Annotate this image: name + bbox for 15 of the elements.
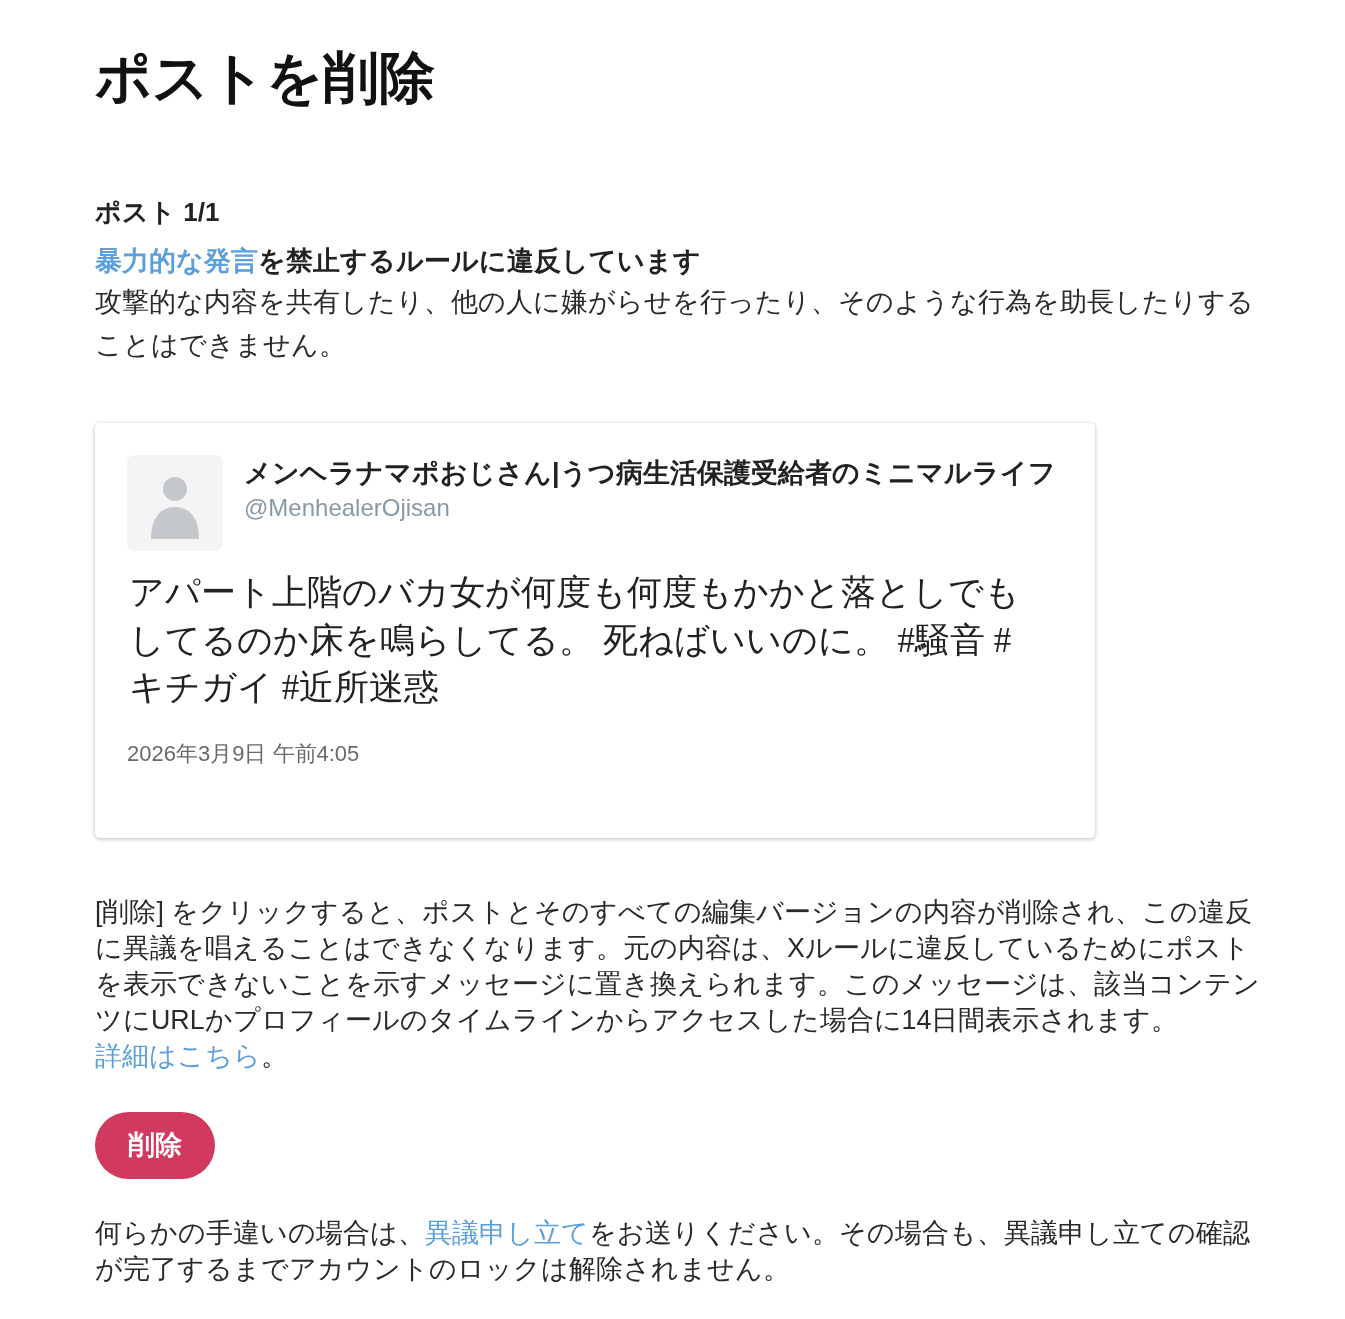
post-timestamp: 2026年3月9日 午前4:05	[127, 739, 361, 768]
appeal-link[interactable]: 異議申し立て	[425, 1217, 589, 1248]
delete-button[interactable]: 削除	[95, 1111, 215, 1179]
violation-description: 攻撃的な内容を共有したり、他の人に嫌がらせを行ったり、そのような行為を助長したりすることはできません。	[95, 286, 1255, 362]
deletion-notice-text: [削除] をクリックすると、ポストとそのすべての編集バージョンの内容が削除され、この違反に異議を唱えることはできなくなります。元の内容は、Xルールに違反しているためにポストを表示できないことを示すメッセージに置き換えられます。このメッセージは、該当コンテンツにURLかプロフィールのタイムラインからアクセスした場合に14日間表示されます。 詳細はこちら。	[95, 895, 1261, 1073]
rule-link[interactable]: 暴力的な発言	[95, 246, 258, 276]
author-name: メンヘラナマポおじさん|うつ病生活保護受給者のミニマルライフ	[244, 457, 1056, 490]
page-title: ポストを削除	[95, 45, 436, 111]
appeal-notice-text: 何らかの手違いの場合は、異議申し立て をお送りください。その場合も、異議申し立ての確認が完了するまでアカウントのロックは解除されません。	[95, 1216, 1251, 1286]
post-text: アパート上階のバカ女が何度も何度もかかと落としでもしてるのか床を鳴らしてる。 死ねばいいのに。 #騒音 #キチガイ #近所迷惑	[129, 572, 1021, 709]
post-counter: ポスト 1/1	[95, 196, 221, 229]
author-handle: @MenhealerOjisan	[244, 493, 451, 523]
avatar-icon	[127, 455, 223, 551]
learn-more-link[interactable]: 詳細はこちら	[95, 1040, 261, 1071]
violation-statement: 暴力的な発言を禁止するルールに違反しています	[95, 245, 702, 278]
